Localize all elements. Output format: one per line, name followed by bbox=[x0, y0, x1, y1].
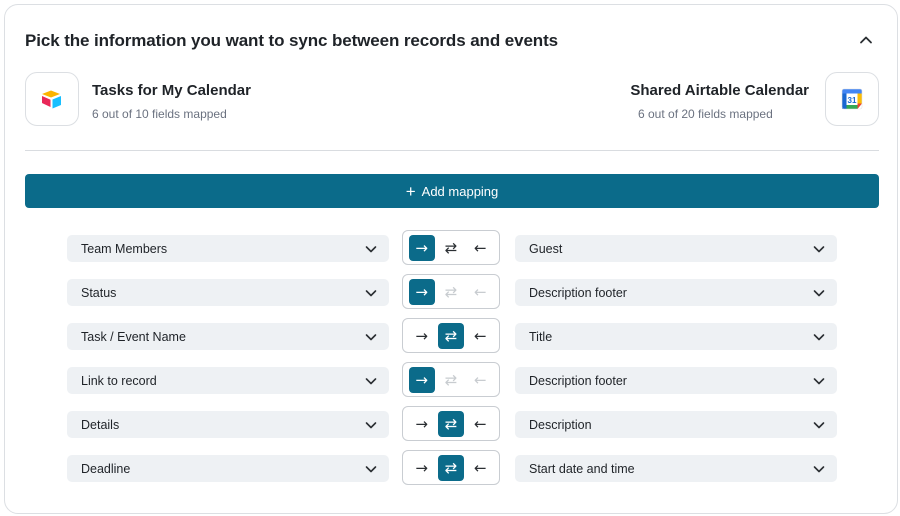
target-field-select[interactable]: Title bbox=[515, 323, 837, 350]
mapping-row: Deadline → ⇄ ← Start date and time bbox=[67, 450, 839, 485]
arrow-left-icon: ← bbox=[474, 326, 487, 345]
chevron-down-icon bbox=[813, 243, 825, 255]
map-two-way-button[interactable]: ⇄ bbox=[438, 235, 464, 261]
map-left-to-right-button[interactable]: → bbox=[408, 234, 435, 261]
arrow-right-icon: → bbox=[415, 414, 428, 433]
source-field-select[interactable]: Team Members bbox=[67, 235, 389, 262]
chevron-down-icon bbox=[365, 463, 377, 475]
chevron-down-icon bbox=[365, 331, 377, 343]
airtable-logo-icon bbox=[25, 72, 79, 126]
two-way-arrows-icon: ⇄ bbox=[444, 414, 458, 433]
source-field-value: Team Members bbox=[81, 241, 168, 256]
chevron-down-icon bbox=[365, 243, 377, 255]
target-field-value: Start date and time bbox=[529, 461, 635, 476]
arrow-left-icon: ← bbox=[474, 238, 487, 257]
target-field-select[interactable]: Description footer bbox=[515, 279, 837, 306]
target-field-value: Description bbox=[529, 417, 592, 432]
mapping-row: Team Members → ⇄ ← Guest bbox=[67, 230, 839, 265]
chevron-down-icon bbox=[813, 331, 825, 343]
target-field-value: Description footer bbox=[529, 285, 627, 300]
map-left-to-right-button[interactable]: → bbox=[409, 411, 435, 437]
calendar-logo-text: 31 bbox=[848, 96, 857, 105]
chevron-down-icon bbox=[813, 375, 825, 387]
sync-direction-toggle: → ⇄ ← bbox=[402, 362, 500, 397]
arrow-right-icon: → bbox=[415, 326, 428, 345]
target-field-select[interactable]: Description footer bbox=[515, 367, 837, 394]
arrow-right-icon: → bbox=[415, 282, 428, 301]
source-field-select[interactable]: Deadline bbox=[67, 455, 389, 482]
source-field-value: Status bbox=[81, 285, 117, 300]
arrow-left-icon: ← bbox=[474, 282, 487, 301]
mapping-row: Status → ⇄ ← Description footer bbox=[67, 274, 839, 309]
source-field-value: Details bbox=[81, 417, 120, 432]
arrow-right-icon: → bbox=[415, 370, 428, 389]
source-field-value: Link to record bbox=[81, 373, 157, 388]
source-field-select[interactable]: Status bbox=[67, 279, 389, 306]
target-field-value: Guest bbox=[529, 241, 563, 256]
map-left-to-right-button[interactable]: → bbox=[409, 455, 435, 481]
arrow-left-icon: ← bbox=[474, 370, 487, 389]
map-left-to-right-button[interactable]: → bbox=[408, 366, 435, 393]
arrow-left-icon: ← bbox=[474, 414, 487, 433]
chevron-down-icon bbox=[813, 419, 825, 431]
sync-direction-toggle: → ⇄ ← bbox=[402, 230, 500, 265]
map-two-way-button: ⇄ bbox=[438, 367, 464, 393]
add-mapping-button[interactable]: + Add mapping bbox=[25, 174, 879, 208]
add-mapping-label: Add mapping bbox=[421, 183, 499, 199]
map-right-to-left-button[interactable]: ← bbox=[467, 323, 493, 349]
arrow-left-icon: ← bbox=[474, 458, 487, 477]
map-two-way-button[interactable]: ⇄ bbox=[437, 410, 464, 437]
chevron-down-icon bbox=[813, 287, 825, 299]
map-right-to-left-button[interactable]: ← bbox=[467, 411, 493, 437]
two-way-arrows-icon: ⇄ bbox=[444, 282, 458, 301]
target-field-select[interactable]: Start date and time bbox=[515, 455, 837, 482]
map-two-way-button[interactable]: ⇄ bbox=[437, 322, 464, 349]
target-field-select[interactable]: Description bbox=[515, 411, 837, 438]
map-right-to-left-button[interactable]: ← bbox=[467, 455, 493, 481]
source-field-value: Task / Event Name bbox=[81, 329, 186, 344]
target-field-value: Description footer bbox=[529, 373, 627, 388]
map-two-way-button[interactable]: ⇄ bbox=[437, 454, 464, 481]
arrow-right-icon: → bbox=[415, 238, 428, 257]
chevron-down-icon bbox=[365, 419, 377, 431]
map-right-to-left-button: ← bbox=[467, 367, 493, 393]
section-title: Pick the information you want to sync be… bbox=[25, 31, 559, 50]
sync-direction-toggle: → ⇄ ← bbox=[402, 450, 500, 485]
sync-direction-toggle: → ⇄ ← bbox=[402, 406, 500, 441]
source-mapped-count: 6 out of 10 fields mapped bbox=[92, 107, 227, 121]
google-calendar-logo-icon: 31 bbox=[825, 72, 879, 126]
source-field-select[interactable]: Task / Event Name bbox=[67, 323, 389, 350]
target-mapped-count: 6 out of 20 fields mapped bbox=[638, 107, 773, 121]
chevron-down-icon bbox=[813, 463, 825, 475]
map-right-to-left-button[interactable]: ← bbox=[467, 235, 493, 261]
source-field-value: Deadline bbox=[81, 461, 131, 476]
map-right-to-left-button: ← bbox=[467, 279, 493, 305]
mapping-row: Details → ⇄ ← Description bbox=[67, 406, 839, 441]
source-field-select[interactable]: Details bbox=[67, 411, 389, 438]
two-way-arrows-icon: ⇄ bbox=[444, 370, 458, 389]
chevron-down-icon bbox=[365, 375, 377, 387]
arrow-right-icon: → bbox=[415, 458, 428, 477]
two-way-arrows-icon: ⇄ bbox=[444, 458, 458, 477]
mapping-row: Task / Event Name → ⇄ ← Title bbox=[67, 318, 839, 353]
source-app-name: Tasks for My Calendar bbox=[92, 82, 251, 99]
chevron-up-icon[interactable] bbox=[857, 31, 875, 49]
target-app-name: Shared Airtable Calendar bbox=[630, 82, 809, 99]
two-way-arrows-icon: ⇄ bbox=[444, 326, 458, 345]
mapping-row: Link to record → ⇄ ← Description footer bbox=[67, 362, 839, 397]
source-field-select[interactable]: Link to record bbox=[67, 367, 389, 394]
divider bbox=[25, 150, 879, 151]
plus-icon: + bbox=[405, 181, 416, 201]
sync-mapping-card: Pick the information you want to sync be… bbox=[4, 4, 898, 514]
target-field-value: Title bbox=[529, 329, 553, 344]
map-two-way-button: ⇄ bbox=[438, 279, 464, 305]
sync-direction-toggle: → ⇄ ← bbox=[402, 318, 500, 353]
target-field-select[interactable]: Guest bbox=[515, 235, 837, 262]
two-way-arrows-icon: ⇄ bbox=[444, 238, 458, 257]
sync-direction-toggle: → ⇄ ← bbox=[402, 274, 500, 309]
chevron-down-icon bbox=[365, 287, 377, 299]
map-left-to-right-button[interactable]: → bbox=[408, 278, 435, 305]
map-left-to-right-button[interactable]: → bbox=[409, 323, 435, 349]
